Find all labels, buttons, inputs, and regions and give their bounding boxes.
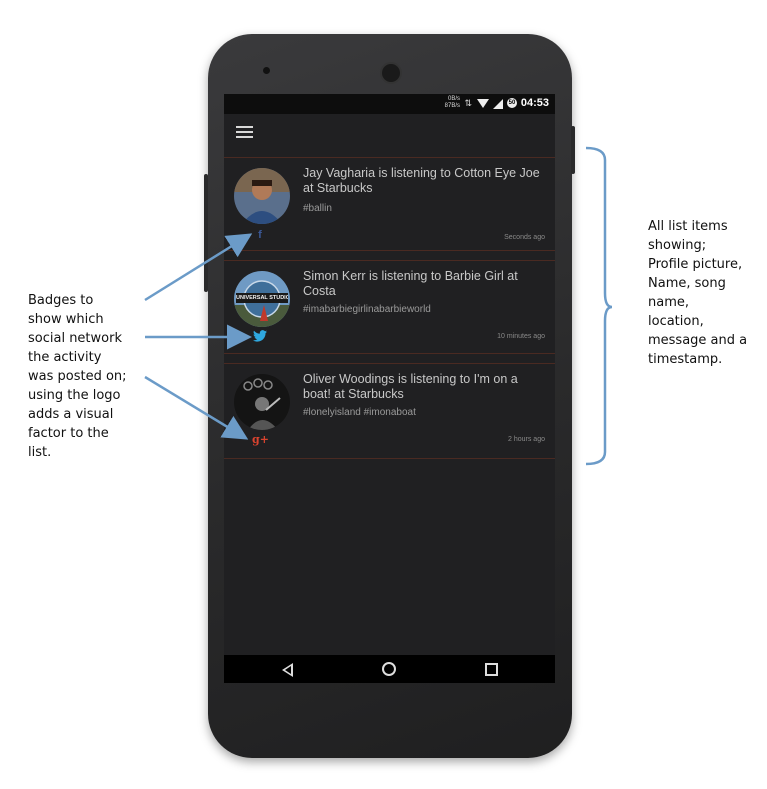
annotation-line: Badges to — [28, 293, 94, 308]
annotation-line: was posted on; — [28, 369, 127, 384]
left-annotation: Badges to show which social network the … — [28, 291, 143, 462]
list-bracket — [585, 146, 613, 466]
annotation-line: factor to the — [28, 426, 109, 441]
arrow-to-badge-3 — [144, 375, 249, 440]
annotation-line: name, — [648, 295, 689, 310]
annotation-line: message and a — [648, 333, 748, 348]
annotation-line: list. — [28, 445, 52, 460]
annotation-line: social network — [28, 331, 122, 346]
annotation-line: Name, song — [648, 276, 726, 291]
annotation-line: the activity — [28, 350, 102, 365]
annotation-line: timestamp. — [648, 352, 723, 367]
annotation-line: location, — [648, 314, 704, 329]
right-annotation: All list items showing; Profile picture,… — [648, 217, 763, 369]
annotation-line: showing; — [648, 238, 707, 253]
arrow-to-badge-1 — [144, 233, 253, 302]
annotation-line: show which — [28, 312, 104, 327]
annotation-line: All list items — [648, 219, 728, 234]
annotation-line: adds a visual — [28, 407, 114, 422]
annotation-line: using the logo — [28, 388, 121, 403]
annotation-line: Profile picture, — [648, 257, 743, 272]
